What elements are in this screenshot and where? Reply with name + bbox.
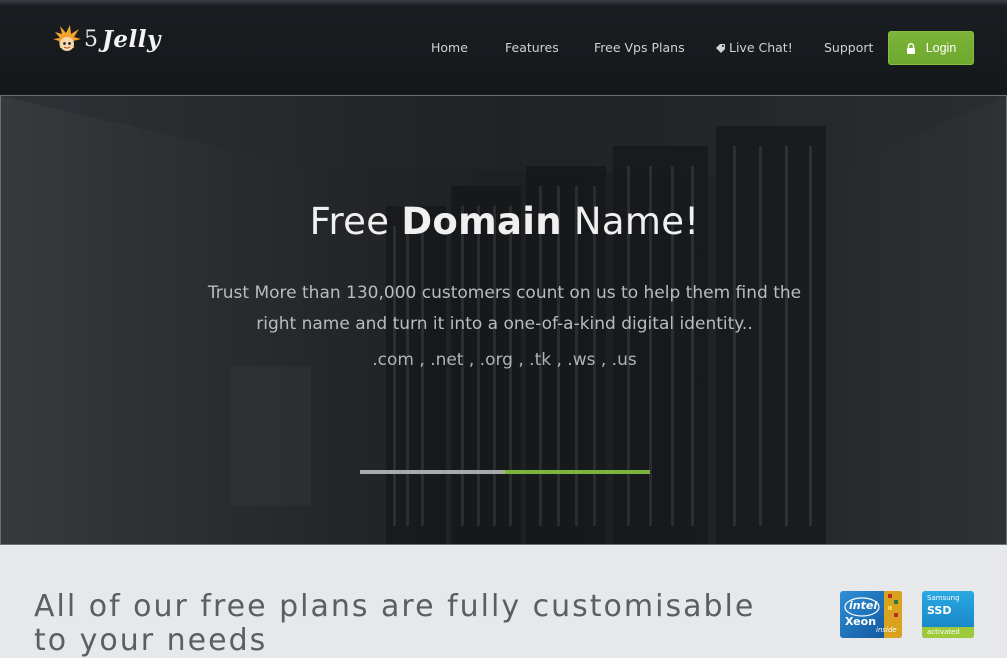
logo-number: 5 [84, 26, 98, 52]
ssd-brand: Samsung [927, 594, 960, 602]
lock-icon [906, 43, 916, 54]
hero-tld-list: .com , .net , .org , .tk , .ws , .us [372, 350, 637, 370]
slider-progress-fill [505, 470, 650, 474]
hero-title-bold: Domain [401, 200, 562, 243]
ssd-activated-strip: activated [922, 627, 974, 638]
nav-features[interactable]: Features [505, 40, 559, 55]
hero-title: Free Domain Name! [1, 200, 1006, 243]
plans-heading: All of our free plans are fully customis… [34, 589, 756, 658]
samsung-ssd-badge: Samsung SSD activated [922, 591, 974, 638]
intel-brand: intel [849, 599, 878, 612]
nav-live-chat[interactable]: Live Chat! [715, 40, 793, 55]
hero-title-post: Name! [561, 200, 700, 243]
nav-free-vps-plans[interactable]: Free Vps Plans [594, 40, 685, 55]
login-label: Login [925, 41, 957, 55]
nav-support[interactable]: Support [824, 40, 873, 55]
mascot-icon [52, 24, 82, 54]
hero-description: Trust More than 130,000 customers count … [207, 283, 802, 334]
intel-xeon-badge: intel Xeon inside [840, 591, 902, 638]
ssd-status: activated [927, 628, 960, 636]
intel-suffix: inside [876, 626, 897, 634]
slider-progress-bar[interactable] [360, 470, 650, 474]
hero-title-pre: Free [309, 200, 402, 243]
chat-tag-icon [715, 41, 726, 53]
login-button[interactable]: Login [888, 31, 974, 65]
site-logo[interactable]: 5 Jelly [52, 24, 161, 54]
intel-product: Xeon [845, 615, 877, 628]
site-header: 5 Jelly Home Features Free Vps Plans Liv… [0, 0, 1007, 95]
logo-wordmark: Jelly [102, 25, 161, 53]
nav-home[interactable]: Home [431, 40, 468, 55]
nav-live-chat-label: Live Chat! [729, 40, 793, 55]
hero-banner: Free Domain Name! Trust More than 130,00… [0, 95, 1007, 545]
ssd-product: SSD [927, 604, 952, 617]
